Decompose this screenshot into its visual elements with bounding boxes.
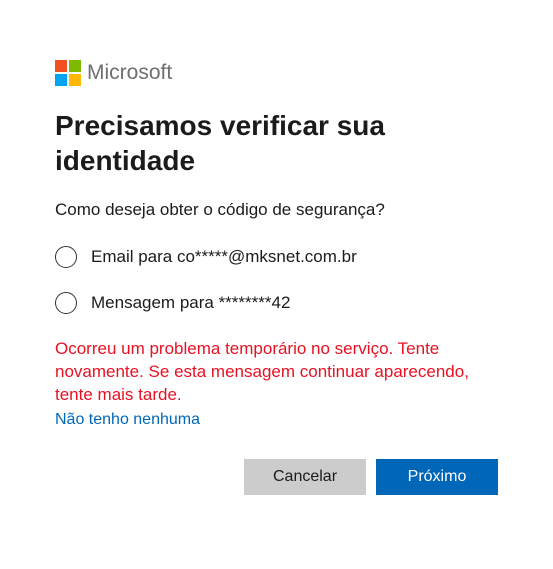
next-button[interactable]: Próximo — [376, 459, 498, 495]
option-label: Mensagem para ********42 — [91, 293, 290, 313]
radio-icon — [55, 292, 77, 314]
page-title: Precisamos verificar sua identidade — [55, 108, 498, 178]
button-row: Cancelar Próximo — [55, 459, 498, 495]
none-link[interactable]: Não tenho nenhuma — [55, 411, 200, 429]
microsoft-logo-icon — [55, 60, 81, 86]
brand-name: Microsoft — [87, 61, 172, 85]
subtitle: Como deseja obter o código de segurança? — [55, 200, 498, 220]
radio-icon — [55, 246, 77, 268]
brand-row: Microsoft — [55, 60, 498, 86]
option-label: Email para co*****@mksnet.com.br — [91, 247, 357, 267]
error-message: Ocorreu um problema temporário no serviç… — [55, 338, 498, 407]
verify-option-sms[interactable]: Mensagem para ********42 — [55, 292, 498, 314]
cancel-button[interactable]: Cancelar — [244, 459, 366, 495]
verify-option-email[interactable]: Email para co*****@mksnet.com.br — [55, 246, 498, 268]
